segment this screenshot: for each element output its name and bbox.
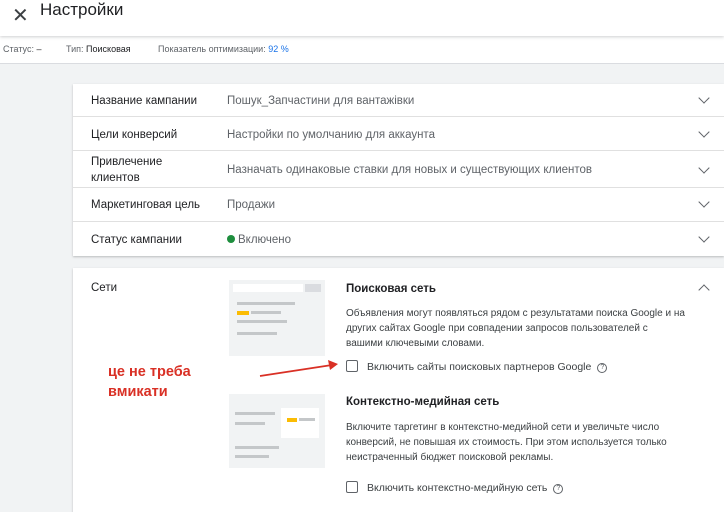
display-network-label[interactable]: Включить контекстно-медийную сеть bbox=[367, 482, 547, 494]
setting-label: Цели конверсий bbox=[91, 129, 178, 141]
setting-label: Статус кампании bbox=[91, 234, 182, 246]
search-partners-label[interactable]: Включить сайты поисковых партнеров Googl… bbox=[367, 361, 591, 373]
display-network-illustration bbox=[229, 394, 325, 468]
chevron-up-icon[interactable] bbox=[698, 284, 710, 296]
chevron-down-icon[interactable] bbox=[698, 162, 710, 174]
setting-label: Привлечение клиентов bbox=[91, 156, 163, 184]
chevron-down-icon[interactable] bbox=[698, 126, 710, 138]
help-icon[interactable]: ? bbox=[553, 484, 564, 494]
status-dot-icon bbox=[227, 235, 235, 243]
setting-row-conversion-goals[interactable]: Цели конверсий Настройки по умолчанию дл… bbox=[73, 118, 724, 151]
setting-value: Включено bbox=[227, 232, 291, 248]
page-title: Настройки bbox=[40, 0, 124, 19]
chevron-down-icon[interactable] bbox=[698, 231, 710, 243]
setting-row-campaign-status[interactable]: Статус кампании Включено bbox=[73, 223, 724, 256]
setting-label: Название кампании bbox=[91, 95, 197, 107]
help-icon[interactable]: ? bbox=[597, 363, 608, 373]
setting-value: Настройки по умолчанию для аккаунта bbox=[227, 129, 435, 141]
setting-row-customer-acquisition[interactable]: Привлечение клиентов Назначать одинаковы… bbox=[73, 152, 724, 188]
setting-value: Продажи bbox=[227, 199, 276, 211]
settings-panel: Название кампании Пошук_Запчастини для в… bbox=[73, 84, 724, 256]
search-partners-option: Включить сайты поисковых партнеров Googl… bbox=[346, 360, 608, 373]
annotation-text: це не треба вмикати bbox=[108, 364, 191, 400]
campaign-type: Тип: Поисковая bbox=[66, 44, 131, 54]
campaign-status: Статус: – bbox=[3, 44, 42, 54]
setting-value: Назначать одинаковые ставки для новых и … bbox=[227, 164, 593, 176]
setting-row-campaign-name[interactable]: Название кампании Пошук_Запчастини для в… bbox=[73, 84, 724, 117]
search-network-illustration bbox=[229, 280, 325, 356]
top-bar: ✕ Настройки bbox=[0, 0, 724, 36]
status-bar: Статус: – Тип: Поисковая Показатель опти… bbox=[0, 36, 724, 64]
search-network-description: Объявления могут появляться рядом с резу… bbox=[346, 308, 685, 349]
optimization-score[interactable]: Показатель оптимизации: 92 % bbox=[158, 44, 289, 54]
display-network-checkbox[interactable] bbox=[346, 481, 358, 493]
chevron-down-icon[interactable] bbox=[698, 92, 710, 104]
search-network-title: Поисковая сеть bbox=[346, 283, 436, 295]
networks-label: Сети bbox=[91, 282, 118, 294]
display-network-title: Контекстно-медийная сеть bbox=[346, 396, 500, 408]
setting-value: Пошук_Запчастини для вантажівки bbox=[227, 95, 415, 107]
annotation-arrow bbox=[259, 360, 338, 377]
setting-row-marketing-goal[interactable]: Маркетинговая цель Продажи bbox=[73, 189, 724, 222]
close-icon[interactable]: ✕ bbox=[12, 6, 29, 26]
chevron-down-icon[interactable] bbox=[698, 196, 710, 208]
setting-label: Маркетинговая цель bbox=[91, 199, 201, 211]
search-partners-checkbox[interactable] bbox=[346, 360, 358, 372]
display-network-option: Включить контекстно-медийную сеть? bbox=[346, 481, 564, 494]
display-network-description: Включите таргетинг в контекстно-медийной… bbox=[346, 422, 667, 463]
